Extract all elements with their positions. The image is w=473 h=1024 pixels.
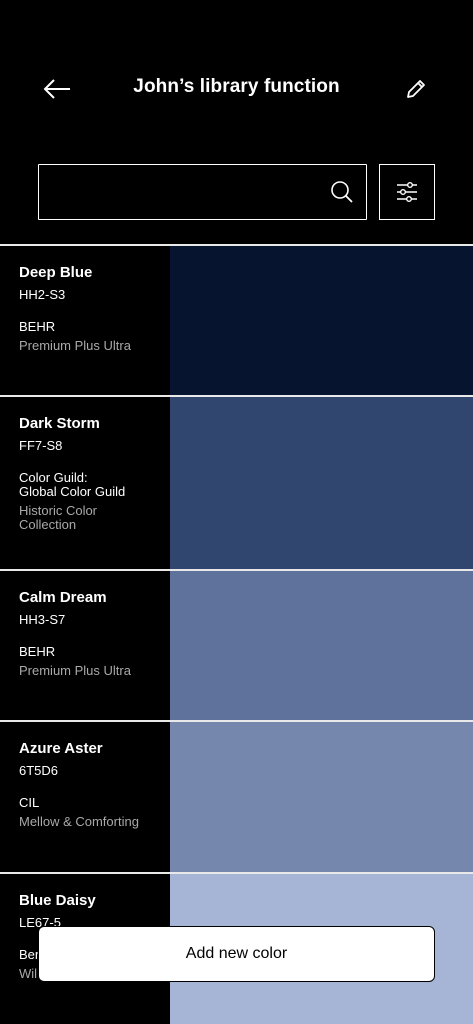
add-new-color-button[interactable]: Add new color [38, 926, 435, 982]
color-brand: CIL [19, 795, 40, 810]
back-button[interactable] [40, 74, 74, 104]
sliders-icon [397, 182, 417, 203]
color-info: Deep Blue HH2-S3 BEHR Premium Plus Ultra [0, 246, 170, 395]
color-name: Calm Dream [19, 589, 107, 606]
filter-button[interactable] [379, 164, 435, 220]
color-swatch[interactable] [170, 397, 473, 569]
color-name: Dark Storm [19, 415, 100, 432]
color-collection: Premium Plus Ultra [19, 338, 131, 353]
color-info: Dark Storm FF7-S8 Color Guild: Global Co… [0, 397, 170, 569]
color-code: FF7-S8 [19, 438, 63, 453]
color-list: Deep Blue HH2-S3 BEHR Premium Plus Ultra… [0, 244, 473, 1024]
color-name: Azure Aster [19, 740, 103, 757]
color-code: 6T5D6 [19, 763, 59, 778]
color-collection: Historic Color Collection [19, 503, 98, 532]
edit-button[interactable] [400, 74, 432, 104]
page-title: John’s library function [133, 76, 340, 97]
color-name: Blue Daisy [19, 892, 96, 909]
color-brand: BEHR [19, 319, 56, 334]
color-row[interactable]: Calm Dream HH3-S7 BEHR Premium Plus Ultr… [0, 569, 473, 720]
color-row[interactable]: Dark Storm FF7-S8 Color Guild: Global Co… [0, 395, 473, 569]
arrow-left-icon [43, 79, 70, 99]
color-row[interactable]: Azure Aster 6T5D6 CIL Mellow & Comfortin… [0, 720, 473, 872]
color-name: Deep Blue [19, 264, 93, 281]
color-info: Azure Aster 6T5D6 CIL Mellow & Comfortin… [0, 722, 170, 872]
search-box [38, 164, 367, 220]
color-row[interactable]: Deep Blue HH2-S3 BEHR Premium Plus Ultra [0, 244, 473, 395]
color-brand: Color Guild: Global Color Guild [19, 470, 126, 499]
search-input[interactable] [39, 165, 318, 219]
pencil-icon [407, 80, 425, 98]
header: John’s library function [0, 0, 473, 170]
color-collection: Premium Plus Ultra [19, 663, 131, 678]
color-brand: BEHR [19, 644, 56, 659]
color-code: HH2-S3 [19, 287, 66, 302]
search-icon[interactable] [318, 165, 366, 219]
library-screen: John’s library function Deep Blue HH2-S3… [0, 0, 473, 1024]
color-code: HH3-S7 [19, 612, 66, 627]
color-info: Calm Dream HH3-S7 BEHR Premium Plus Ultr… [0, 571, 170, 720]
color-swatch[interactable] [170, 246, 473, 395]
color-collection: Mellow & Comforting [19, 814, 139, 829]
color-swatch[interactable] [170, 722, 473, 872]
color-swatch[interactable] [170, 571, 473, 720]
